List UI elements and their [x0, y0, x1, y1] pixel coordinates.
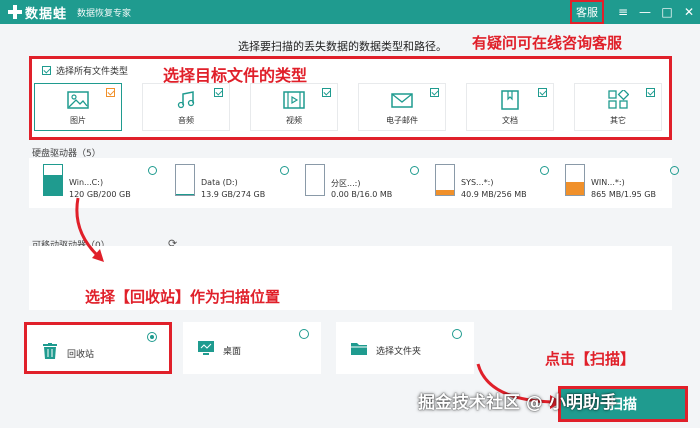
location-label: 桌面 [223, 347, 242, 357]
app-name: 数据蛙 [25, 6, 68, 22]
drive-name: 分区...:) [331, 179, 361, 188]
location-desktop[interactable]: 桌面 [183, 322, 321, 374]
type-card-video[interactable]: 视频 [250, 83, 338, 131]
type-label: 音频 [178, 116, 194, 125]
select-all-checkbox[interactable] [42, 66, 51, 75]
drive-icon [305, 164, 325, 196]
drive-icon [435, 164, 455, 196]
video-icon [283, 91, 305, 109]
instruction-text: 选择要扫描的丢失数据的数据类型和路径。 [238, 40, 447, 53]
drive-usage-fill [566, 181, 584, 195]
drive-size: 865 MB/1.95 GB [591, 190, 656, 199]
type-card-email[interactable]: 电子邮件 [358, 83, 446, 131]
windows-drive-icon [43, 164, 63, 196]
drive-name: SYS...*:) [461, 178, 494, 187]
type-card-audio[interactable]: 音频 [142, 83, 230, 131]
app-logo: 数据蛙 [8, 3, 67, 22]
drive-usage-fill [176, 193, 194, 195]
annotation-select-type: 选择目标文件的类型 [163, 66, 308, 85]
drive-item-d[interactable]: Data (D:) 13.9 GB/274 GB [175, 164, 295, 204]
annotation-arrow-recycle [75, 197, 104, 262]
drive-name: Win...C:) [69, 178, 104, 187]
drive-radio[interactable] [148, 166, 157, 175]
location-label: 选择文件夹 [376, 347, 422, 357]
drive-size: 0.00 B/16.0 MB [331, 190, 393, 199]
type-label: 文档 [502, 116, 518, 125]
type-label: 电子邮件 [386, 116, 418, 125]
drive-radio[interactable] [540, 166, 549, 175]
music-icon [177, 91, 195, 109]
mail-icon [391, 93, 413, 108]
drive-icon [175, 164, 195, 196]
type-checkbox[interactable] [430, 88, 439, 97]
close-icon[interactable]: ✕ [678, 0, 700, 24]
drive-radio[interactable] [410, 166, 419, 175]
drive-name: WIN...*:) [591, 178, 625, 187]
watermark-text: 掘金技术社区 @ 小明助手 [418, 393, 617, 413]
type-checkbox[interactable] [214, 88, 223, 97]
hard-drive-panel: Win...C:) 120 GB/200 GB Data (D:) 13.9 G… [29, 158, 679, 208]
location-radio[interactable] [452, 329, 462, 339]
drive-item-sys[interactable]: SYS...*:) 40.9 MB/256 MB [435, 164, 555, 204]
location-radio[interactable] [147, 332, 157, 342]
drive-radio[interactable] [670, 166, 679, 175]
location-radio[interactable] [299, 329, 309, 339]
location-label: 回收站 [67, 350, 95, 360]
type-checkbox[interactable] [322, 88, 331, 97]
drive-icon [565, 164, 585, 196]
type-label: 其它 [610, 116, 626, 125]
drive-name: Data (D:) [201, 178, 238, 187]
type-card-document[interactable]: 文档 [466, 83, 554, 131]
drive-size: 40.9 MB/256 MB [461, 190, 527, 199]
minimize-icon[interactable]: — [634, 0, 656, 24]
logo-cross-icon [8, 5, 22, 19]
folder-icon [351, 343, 367, 355]
drive-radio[interactable] [280, 166, 289, 175]
menu-icon[interactable]: ≡ [612, 0, 634, 24]
image-icon [67, 91, 89, 109]
file-type-panel: 选择所有文件类型 图片 音频 视频 电子邮件 文档 其它 [29, 56, 672, 140]
annotation-consult: 有疑问可在线咨询客服 [472, 34, 623, 52]
annotation-recycle: 选择【回收站】作为扫描位置 [85, 288, 281, 306]
type-card-image[interactable]: 图片 [34, 83, 122, 131]
drive-item-win[interactable]: WIN...*:) 865 MB/1.95 GB [565, 164, 685, 204]
type-checkbox[interactable] [646, 88, 655, 97]
select-all-types[interactable]: 选择所有文件类型 [42, 64, 128, 77]
title-bar: 数据蛙 数据恢复专家 客服 ≡ — □ ✕ [0, 0, 700, 24]
type-label: 图片 [70, 116, 86, 125]
app-subtitle: 数据恢复专家 [77, 8, 132, 19]
type-label: 视频 [286, 116, 302, 125]
location-choose-folder[interactable]: 选择文件夹 [336, 322, 474, 374]
select-all-label: 选择所有文件类型 [56, 67, 129, 77]
other-icon [608, 90, 629, 109]
drive-item-partition[interactable]: 分区...:) 0.00 B/16.0 MB [305, 164, 425, 204]
maximize-icon[interactable]: □ [656, 0, 678, 24]
drive-size: 13.9 GB/274 GB [201, 190, 266, 199]
desktop-icon [198, 341, 214, 355]
trash-icon [43, 343, 57, 359]
type-checkbox[interactable] [106, 88, 115, 97]
customer-service-button[interactable]: 客服 [570, 0, 604, 24]
document-icon [501, 90, 519, 110]
type-card-other[interactable]: 其它 [574, 83, 662, 131]
drive-usage-fill [436, 190, 454, 195]
type-checkbox[interactable] [538, 88, 547, 97]
location-recycle-bin[interactable]: 回收站 [24, 322, 172, 374]
annotation-scan: 点击【扫描】 [545, 350, 636, 368]
